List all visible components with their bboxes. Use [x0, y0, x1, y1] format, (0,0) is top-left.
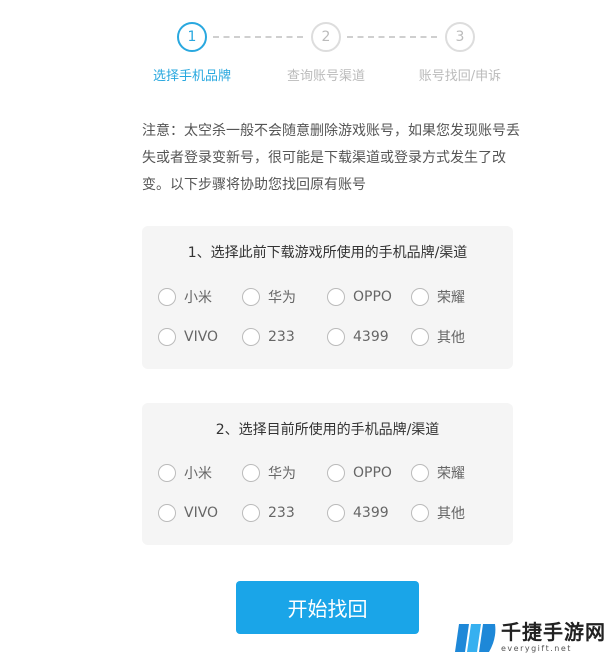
- radio-circle-icon[interactable]: [411, 504, 429, 522]
- question-1-title: 1、选择此前下载游戏所使用的手机品牌/渠道: [187, 245, 468, 261]
- q2-option-233[interactable]: 233: [242, 502, 295, 524]
- q2-option-honor[interactable]: 荣耀: [411, 462, 465, 484]
- q1-option-xiaomi[interactable]: 小米: [158, 286, 212, 308]
- option-label: VIVO: [184, 505, 219, 521]
- option-label: OPPO: [353, 465, 392, 481]
- q1-option-233[interactable]: 233: [242, 326, 295, 348]
- q2-option-other[interactable]: 其他: [411, 502, 465, 524]
- radio-circle-icon[interactable]: [411, 328, 429, 346]
- option-label: 4399: [353, 329, 389, 345]
- q1-option-honor[interactable]: 荣耀: [411, 286, 465, 308]
- radio-circle-icon[interactable]: [158, 504, 176, 522]
- q2-option-vivo[interactable]: VIVO: [158, 502, 218, 524]
- radio-circle-icon[interactable]: [327, 288, 345, 306]
- site-logo-icon: [455, 624, 496, 652]
- option-label: 其他: [437, 506, 465, 522]
- radio-circle-icon[interactable]: [242, 288, 260, 306]
- radio-circle-icon[interactable]: [158, 464, 176, 482]
- radio-circle-icon[interactable]: [327, 328, 345, 346]
- radio-circle-icon[interactable]: [242, 464, 260, 482]
- option-label: 华为: [268, 466, 296, 482]
- notice-text: 注意：太空杀一般不会随意删除游戏账号，如果您发现账号丢失或者登录变新号，很可能是…: [142, 123, 520, 193]
- step-2-circle: 2: [311, 22, 341, 52]
- option-label: VIVO: [184, 329, 219, 345]
- question-2-title: 2、选择目前所使用的手机品牌/渠道: [215, 422, 440, 438]
- radio-circle-icon[interactable]: [327, 504, 345, 522]
- option-label: OPPO: [353, 289, 392, 305]
- q1-option-oppo[interactable]: OPPO: [327, 286, 392, 308]
- option-label: 荣耀: [437, 466, 465, 482]
- radio-circle-icon[interactable]: [411, 464, 429, 482]
- watermark: 千捷手游网 everygift.net: [455, 620, 615, 663]
- step-1-circle: 1: [177, 22, 207, 52]
- watermark-subtitle: everygift.net: [501, 644, 572, 653]
- option-label: 小米: [184, 466, 212, 482]
- step-connector-2: [347, 36, 437, 38]
- watermark-title: 千捷手游网: [501, 620, 606, 644]
- option-label: 小米: [184, 290, 212, 306]
- radio-circle-icon[interactable]: [242, 328, 260, 346]
- q2-option-huawei[interactable]: 华为: [242, 462, 296, 484]
- option-label: 其他: [437, 330, 465, 346]
- step-3-label: 账号找回/申诉: [418, 69, 502, 84]
- q1-option-4399[interactable]: 4399: [327, 326, 389, 348]
- q1-option-vivo[interactable]: VIVO: [158, 326, 218, 348]
- radio-circle-icon[interactable]: [158, 288, 176, 306]
- radio-circle-icon[interactable]: [327, 464, 345, 482]
- q1-option-other[interactable]: 其他: [411, 326, 465, 348]
- q2-option-4399[interactable]: 4399: [327, 502, 389, 524]
- question-1-card: 1、选择此前下载游戏所使用的手机品牌/渠道 小米 华为 OPPO 荣耀 VIVO…: [142, 226, 513, 369]
- option-label: 荣耀: [437, 290, 465, 306]
- q2-option-oppo[interactable]: OPPO: [327, 462, 392, 484]
- radio-circle-icon[interactable]: [411, 288, 429, 306]
- step-1-label: 选择手机品牌: [152, 69, 231, 84]
- q1-option-huawei[interactable]: 华为: [242, 286, 296, 308]
- step-connector-1: [213, 36, 303, 38]
- question-2-card: 2、选择目前所使用的手机品牌/渠道 小米 华为 OPPO 荣耀 VIVO 233…: [142, 403, 513, 545]
- q2-option-xiaomi[interactable]: 小米: [158, 462, 212, 484]
- option-label: 233: [268, 505, 295, 521]
- start-recovery-button[interactable]: 开始找回: [236, 581, 419, 634]
- option-label: 233: [268, 329, 295, 345]
- radio-circle-icon[interactable]: [242, 504, 260, 522]
- radio-circle-icon[interactable]: [158, 328, 176, 346]
- option-label: 华为: [268, 290, 296, 306]
- stepper: 1 2 3 选择手机品牌 查询账号渠道 账号找回/申诉: [0, 0, 615, 90]
- step-2-label: 查询账号渠道: [286, 69, 365, 84]
- step-3-circle: 3: [445, 22, 475, 52]
- option-label: 4399: [353, 505, 389, 521]
